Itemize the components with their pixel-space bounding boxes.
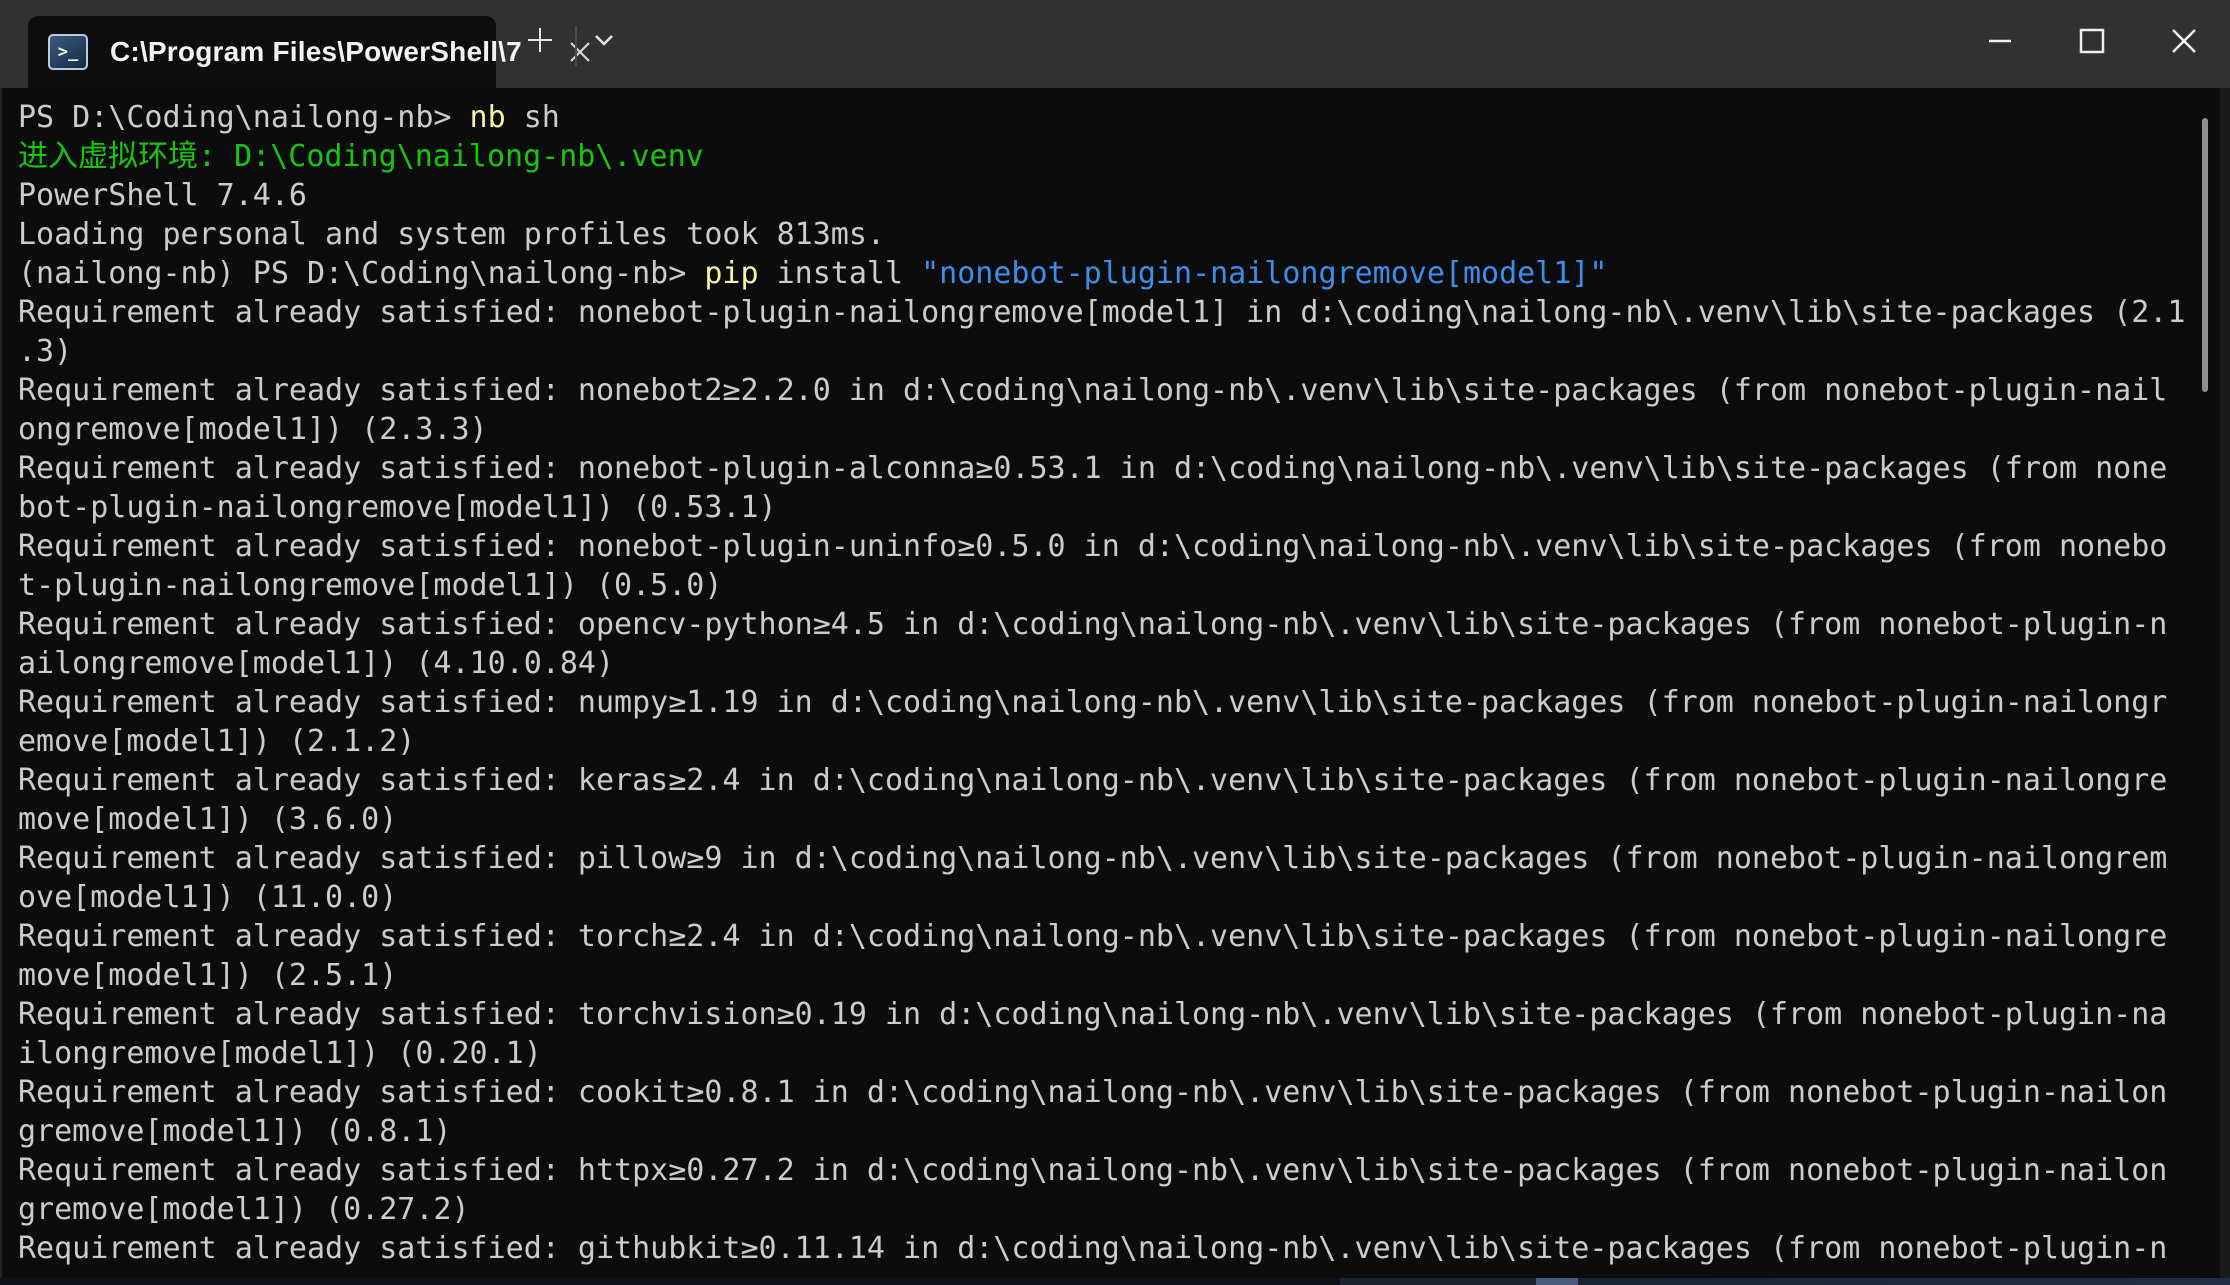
- desktop-edge-strip: [0, 1278, 2230, 1285]
- terminal-line: move[model1]) (2.5.1): [18, 956, 2196, 995]
- terminal-line: ailongremove[model1]) (4.10.0.84): [18, 644, 2196, 683]
- terminal-line: emove[model1]) (2.1.2): [18, 722, 2196, 761]
- terminal-line: Requirement already satisfied: nonebot-p…: [18, 293, 2196, 332]
- maximize-button[interactable]: [2046, 0, 2138, 82]
- terminal-line: Requirement already satisfied: pillow≥9 …: [18, 839, 2196, 878]
- tab-title: C:\Program Files\PowerShell\7: [110, 36, 522, 68]
- terminal-line: Requirement already satisfied: cookit≥0.…: [18, 1073, 2196, 1112]
- terminal-viewport[interactable]: PS D:\Coding\nailong-nb> nb sh进入虚拟环境: D:…: [0, 88, 2230, 1278]
- chevron-down-icon: [590, 31, 618, 49]
- terminal-line: Requirement already satisfied: nonebot-p…: [18, 449, 2196, 488]
- close-icon: [2170, 27, 2198, 55]
- terminal-window: >_ C:\Program Files\PowerShell\7: [0, 0, 2230, 1285]
- terminal-line: PS D:\Coding\nailong-nb> nb sh: [18, 98, 2196, 137]
- terminal-line: Loading personal and system profiles too…: [18, 215, 2196, 254]
- terminal-line: move[model1]) (3.6.0): [18, 800, 2196, 839]
- terminal-line: Requirement already satisfied: keras≥2.4…: [18, 761, 2196, 800]
- terminal-line: Requirement already satisfied: opencv-py…: [18, 605, 2196, 644]
- terminal-line: Requirement already satisfied: nonebot-p…: [18, 527, 2196, 566]
- minimize-icon: [1986, 27, 2014, 55]
- terminal-line: bot-plugin-nailongremove[model1]) (0.53.…: [18, 488, 2196, 527]
- terminal-output: PS D:\Coding\nailong-nb> nb sh进入虚拟环境: D:…: [18, 98, 2196, 1268]
- terminal-line: Requirement already satisfied: torchvisi…: [18, 995, 2196, 1034]
- titlebar[interactable]: >_ C:\Program Files\PowerShell\7: [0, 0, 2230, 88]
- tab-dropdown-button[interactable]: [578, 12, 630, 68]
- terminal-line: Requirement already satisfied: numpy≥1.1…: [18, 683, 2196, 722]
- terminal-line: t-plugin-nailongremove[model1]) (0.5.0): [18, 566, 2196, 605]
- terminal-line: gremove[model1]) (0.27.2): [18, 1190, 2196, 1229]
- terminal-line: ove[model1]) (11.0.0): [18, 878, 2196, 917]
- terminal-line: Requirement already satisfied: githubkit…: [18, 1229, 2196, 1268]
- terminal-line: Requirement already satisfied: nonebot2≥…: [18, 371, 2196, 410]
- tab-powershell[interactable]: >_ C:\Program Files\PowerShell\7: [28, 16, 496, 88]
- terminal-line: Requirement already satisfied: httpx≥0.2…: [18, 1151, 2196, 1190]
- plus-icon: [525, 25, 555, 55]
- close-window-button[interactable]: [2138, 0, 2230, 82]
- terminal-line: Requirement already satisfied: torch≥2.4…: [18, 917, 2196, 956]
- terminal-line: ongremove[model1]) (2.3.3): [18, 410, 2196, 449]
- terminal-line: 进入虚拟环境: D:\Coding\nailong-nb\.venv: [18, 137, 2196, 176]
- minimize-button[interactable]: [1954, 0, 2046, 82]
- powershell-icon: >_: [48, 34, 88, 70]
- maximize-icon: [2078, 27, 2106, 55]
- tabbar-divider: [575, 26, 577, 66]
- new-tab-button[interactable]: [514, 12, 566, 68]
- terminal-line: gremove[model1]) (0.8.1): [18, 1112, 2196, 1151]
- terminal-line: .3): [18, 332, 2196, 371]
- terminal-line: (nailong-nb) PS D:\Coding\nailong-nb> pi…: [18, 254, 2196, 293]
- terminal-line: PowerShell 7.4.6: [18, 176, 2196, 215]
- terminal-line: ilongremove[model1]) (0.20.1): [18, 1034, 2196, 1073]
- scrollbar-thumb[interactable]: [2202, 118, 2208, 392]
